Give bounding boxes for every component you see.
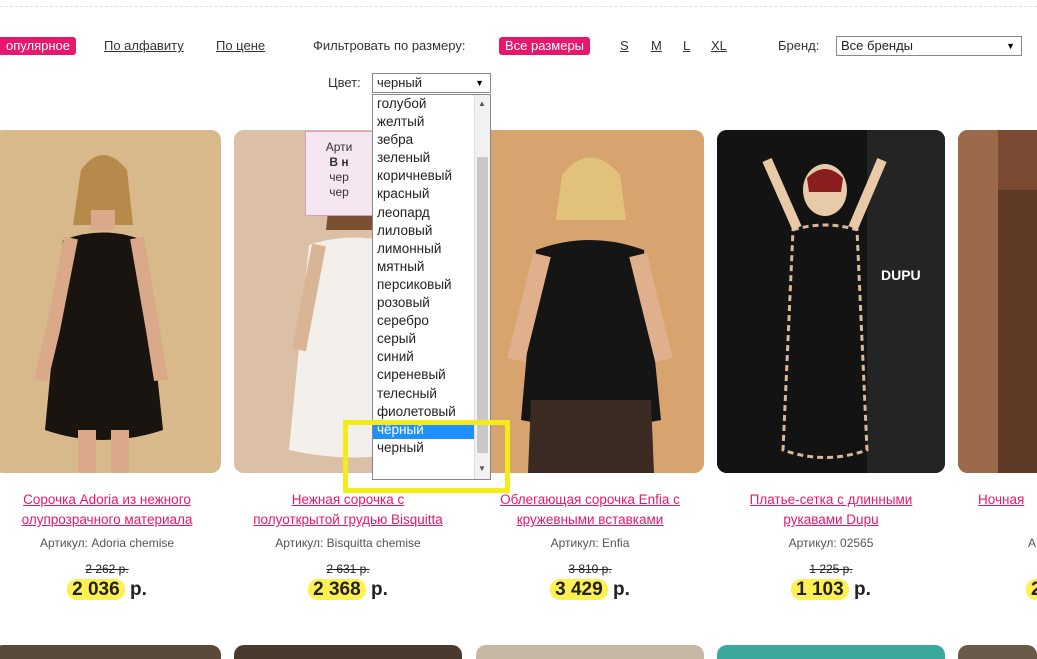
badge-line: В н	[329, 155, 349, 169]
current-price: 2 368 р.	[234, 579, 462, 601]
current-price: 1 103 р.	[717, 579, 945, 601]
price-value: 1 103	[791, 579, 849, 600]
old-price: 3 810 р.	[568, 562, 612, 576]
title-line: рукавами Dupu	[783, 512, 879, 527]
color-option[interactable]: сиреневый	[373, 366, 475, 384]
product-title-link[interactable]: Нежная сорочка с полуоткрытой грудью Bis…	[230, 490, 466, 530]
old-price: 1 225 р.	[809, 562, 853, 576]
product-title-link[interactable]: Облегающая сорочка Enfia с кружевными вс…	[472, 490, 708, 530]
scroll-up-icon[interactable]: ▲	[478, 99, 486, 108]
price-currency: р.	[370, 579, 388, 600]
title-line: полуоткрытой грудью Bisquitta	[253, 512, 443, 527]
color-filter-label: Цвет:	[328, 75, 361, 90]
badge-line: Арти	[325, 140, 353, 154]
color-option[interactable]: лимонный	[373, 240, 475, 258]
title-line: Сорочка Adoria из нежного	[23, 492, 191, 507]
color-option[interactable]: розовый	[373, 294, 475, 312]
product-photo[interactable]: DUPU	[717, 130, 945, 473]
current-price: 2	[1026, 579, 1037, 601]
color-option[interactable]: фиолетовый	[373, 403, 475, 421]
product-title-link[interactable]: Сорочка Adoria из нежного олупрозрачного…	[0, 490, 225, 530]
top-divider	[0, 6, 1037, 7]
dupu-logo: DUPU	[881, 267, 921, 283]
title-line: Облегающая сорочка Enfia с	[500, 492, 680, 507]
price-currency: р.	[612, 579, 630, 600]
scrollbar-thumb[interactable]	[477, 157, 488, 453]
annotation-highlight	[343, 420, 510, 493]
price-value: 3 429	[550, 579, 608, 600]
color-option[interactable]: мятный	[373, 258, 475, 276]
brand-filter-label: Бренд:	[778, 38, 820, 53]
current-price: 3 429 р.	[476, 579, 704, 601]
color-option[interactable]: телесный	[373, 385, 475, 403]
color-option[interactable]: зеленый	[373, 149, 475, 167]
color-select[interactable]: черный ▼	[372, 73, 491, 93]
product-sku: Артикул: Enfia	[550, 536, 630, 550]
color-option[interactable]: лиловый	[373, 222, 475, 240]
stock-badge: Арти В н чер чер	[305, 131, 373, 216]
product-title-link[interactable]: Ночная	[978, 490, 1037, 510]
color-option[interactable]: леопард	[373, 204, 475, 222]
badge-line: чер	[329, 185, 349, 199]
product-photo[interactable]	[0, 130, 221, 473]
title-line: Нежная сорочка с	[291, 492, 405, 507]
title-line: Платье-сетка с длинными	[749, 492, 913, 507]
product-sku: Артикул: Adoria chemise	[39, 536, 175, 550]
size-m-link[interactable]: M	[651, 38, 662, 53]
product-photo[interactable]	[476, 130, 704, 473]
product-title-link[interactable]: Платье-сетка с длинными рукавами Dupu	[713, 490, 949, 530]
product-card[interactable]: Ночная А 2	[958, 130, 1037, 630]
product-photo[interactable]	[958, 645, 1037, 659]
title-line: олупрозрачного материала	[21, 512, 193, 527]
size-l-link[interactable]: L	[683, 38, 690, 53]
old-price: 2 631 р.	[326, 562, 370, 576]
price-value: 2 368	[308, 579, 366, 600]
price-value: 2 036	[67, 579, 125, 600]
product-photo[interactable]	[717, 645, 945, 659]
brand-select[interactable]: Все бренды ▼	[836, 36, 1022, 56]
product-sku: Артикул: 02565	[788, 536, 874, 550]
product-photo[interactable]	[0, 645, 221, 659]
price-currency: р.	[853, 579, 871, 600]
color-option[interactable]: серый	[373, 330, 475, 348]
title-line: Ночная	[978, 492, 1025, 507]
sort-price-link[interactable]: По цене	[216, 38, 265, 53]
title-line: кружевными вставками	[516, 512, 664, 527]
product-photo[interactable]	[476, 645, 704, 659]
color-select-value: черный	[377, 75, 423, 90]
size-all-button[interactable]: Все размеры	[499, 37, 591, 55]
product-sku: А	[1028, 536, 1037, 550]
size-filter-label: Фильтровать по размеру:	[313, 38, 466, 53]
product-photo[interactable]	[234, 645, 462, 659]
color-option[interactable]: серебро	[373, 312, 475, 330]
color-options: голубой желтый зебра зеленый коричневый красн…	[373, 95, 475, 457]
product-sku: Артикул: Bisquitta chemise	[275, 536, 421, 550]
product-photo[interactable]	[958, 130, 1037, 473]
color-option[interactable]: желтый	[373, 113, 475, 131]
current-price: 2 036 р.	[0, 579, 221, 601]
price-value: 2	[1026, 579, 1037, 600]
color-option[interactable]: синий	[373, 348, 475, 366]
chevron-down-icon: ▼	[475, 78, 484, 88]
badge-line: чер	[329, 170, 349, 184]
sort-popular-button[interactable]: опулярное	[0, 37, 76, 55]
sort-alphabet-link[interactable]: По алфавиту	[104, 38, 184, 53]
price-currency: р.	[129, 579, 147, 600]
color-option[interactable]: голубой	[373, 95, 475, 113]
color-option[interactable]: коричневый	[373, 167, 475, 185]
old-price: 2 262 р.	[85, 562, 129, 576]
size-s-link[interactable]: S	[620, 38, 629, 53]
color-option[interactable]: красный	[373, 185, 475, 203]
chevron-down-icon: ▼	[1006, 41, 1015, 51]
color-option[interactable]: персиковый	[373, 276, 475, 294]
size-xl-link[interactable]: XL	[711, 38, 727, 53]
color-option[interactable]: зебра	[373, 131, 475, 149]
brand-select-value: Все бренды	[841, 38, 914, 53]
filter-toolbar: опулярное По алфавиту По цене Фильтроват…	[0, 36, 1037, 57]
